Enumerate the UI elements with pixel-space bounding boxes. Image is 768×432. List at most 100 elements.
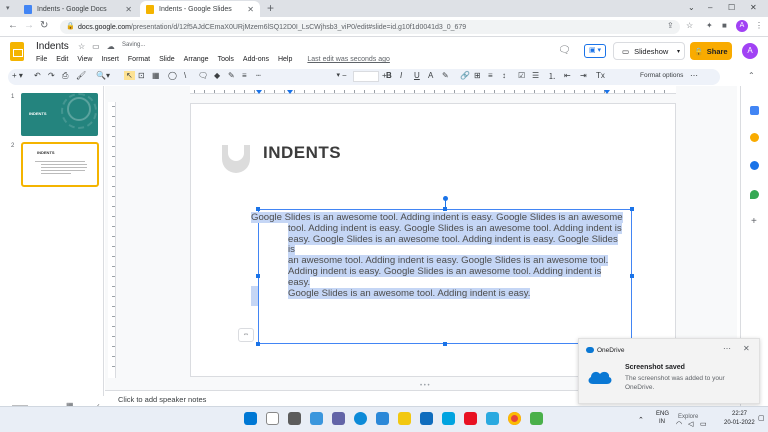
tab-close-icon[interactable]: ✕ (125, 5, 132, 14)
slide-thumbnail-1[interactable]: INDENTS (21, 93, 98, 136)
calendar-icon[interactable] (750, 106, 759, 115)
slideshow-dropdown-icon[interactable]: ▾ (677, 48, 680, 55)
shape-icon[interactable]: ◯ (168, 71, 177, 80)
menu-view[interactable]: View (77, 56, 92, 63)
move-folder-icon[interactable]: ▭ (92, 42, 100, 51)
wifi-icon[interactable]: ◠ (676, 420, 682, 428)
link-icon[interactable]: 🔗 (460, 71, 470, 80)
menu-file[interactable]: File (36, 56, 47, 63)
menu-arrange[interactable]: Arrange (184, 56, 209, 63)
keep-icon[interactable] (750, 133, 759, 142)
line-spacing-icon[interactable]: ↕ (502, 71, 506, 80)
notes-resize-handle[interactable]: • • • (420, 383, 430, 389)
menu-help[interactable]: Help (278, 56, 292, 63)
tab-search-chevron-icon[interactable]: ⌄ (688, 3, 695, 12)
resize-handle[interactable] (443, 342, 447, 346)
rotate-handle[interactable] (443, 196, 448, 201)
slide-thumbnail-2[interactable]: INDENTS (21, 142, 99, 187)
star-icon[interactable]: ☆ (78, 42, 85, 51)
volume-icon[interactable]: ◁ (688, 420, 693, 428)
speaker-notes-placeholder[interactable]: Click to add speaker notes (118, 395, 206, 404)
bulleted-list-icon[interactable]: ☰ (532, 71, 539, 80)
task-view-icon[interactable] (288, 412, 301, 425)
maps-icon[interactable] (750, 190, 759, 199)
image-icon[interactable]: ▦ (152, 71, 160, 80)
forward-arrow-icon[interactable]: → (24, 20, 34, 31)
resize-handle[interactable] (256, 342, 260, 346)
resize-handle[interactable] (256, 207, 260, 211)
language-indicator[interactable]: ENG (656, 411, 669, 417)
start-icon[interactable] (244, 412, 257, 425)
bookmark-star-icon[interactable]: ☆ (686, 21, 693, 30)
menu-addons[interactable]: Add-ons (243, 56, 269, 63)
store-icon[interactable] (420, 412, 433, 425)
last-edit-link[interactable]: Last edit was seconds ago (307, 56, 390, 63)
reload-icon[interactable]: ↻ (40, 20, 48, 31)
app-icon[interactable] (530, 412, 543, 425)
horizontal-ruler[interactable] (190, 86, 676, 94)
line-icon[interactable]: \ (184, 71, 186, 80)
tasks-icon[interactable] (750, 161, 759, 170)
text-color-icon[interactable]: A (428, 71, 433, 80)
zoom-icon[interactable]: 🔍▾ (96, 71, 110, 80)
text-options-icon[interactable]: ⇔ (238, 328, 254, 342)
show-hidden-icons-icon[interactable]: ⌃ (638, 416, 644, 424)
slide-title[interactable]: INDENTS (263, 143, 341, 163)
add-ons-plus-icon[interactable]: + (751, 216, 757, 227)
tab-search-icon[interactable]: ▾ (6, 4, 10, 12)
select-tool-icon[interactable]: ↖ (124, 71, 135, 80)
maximize-button[interactable]: ☐ (728, 3, 735, 12)
undo-icon[interactable]: ↶ (34, 71, 41, 80)
menu-insert[interactable]: Insert (101, 56, 119, 63)
slideshow-button[interactable]: ▭ Slideshow ▾ (613, 42, 685, 60)
url-field[interactable]: 🔒 docs.google.com/presentation/d/12f5AJd… (60, 20, 680, 34)
bold-icon[interactable]: B (386, 71, 392, 80)
slide-body-text[interactable]: Google Slides is an awesome tool. Adding… (251, 212, 625, 299)
collapse-menus-icon[interactable]: ⌃ (748, 71, 755, 80)
insert-comment-icon[interactable]: ⊞ (474, 71, 481, 80)
increase-indent-icon[interactable]: ⇥ (580, 71, 587, 80)
cloud-status-icon[interactable]: ☁ (107, 42, 115, 51)
menu-format[interactable]: Format (128, 56, 150, 63)
battery-icon[interactable]: ▭ (700, 420, 707, 428)
border-dash-icon[interactable]: ┄ (256, 71, 261, 80)
underline-icon[interactable]: U (414, 71, 420, 80)
vertical-ruler[interactable] (108, 102, 116, 378)
border-color-icon[interactable]: ✎ (228, 71, 235, 80)
tab-close-icon[interactable]: ✕ (247, 5, 254, 14)
clear-format-icon[interactable]: Tx (596, 71, 605, 80)
file-explorer-icon[interactable] (398, 412, 411, 425)
redo-icon[interactable]: ↷ (48, 71, 55, 80)
text-box-icon[interactable]: ⊡ (138, 71, 145, 80)
browser-menu-icon[interactable]: ⋮ (755, 21, 763, 30)
widgets-icon[interactable] (310, 412, 323, 425)
font-size-input[interactable] (353, 71, 379, 82)
share-page-icon[interactable]: ⇪ (667, 21, 674, 30)
region-indicator[interactable]: IN (659, 419, 665, 425)
font-size-decrease-icon[interactable]: − (342, 71, 347, 80)
checklist-icon[interactable]: ☑ (518, 71, 525, 80)
tab-google-slides[interactable]: Indents - Google Slides ✕ (140, 1, 260, 17)
resize-handle[interactable] (630, 274, 634, 278)
document-title[interactable]: Indents (36, 41, 69, 52)
pinned-extension-icon[interactable]: ■ (722, 21, 727, 30)
notifications-icon[interactable]: ▢ (758, 414, 765, 422)
menu-slide[interactable]: Slide (159, 56, 175, 63)
app-l-icon[interactable] (442, 412, 455, 425)
paint-format-icon[interactable]: 🖌 (76, 71, 86, 80)
teams-chat-icon[interactable] (332, 412, 345, 425)
numbered-list-icon[interactable]: ⒈ (548, 71, 556, 82)
search-icon[interactable] (266, 412, 279, 425)
mcafee-icon[interactable] (464, 412, 477, 425)
new-tab-button[interactable]: + (267, 1, 274, 15)
close-icon[interactable]: ✕ (743, 344, 750, 353)
more-options-icon[interactable]: ⋯ (723, 344, 731, 353)
border-weight-icon[interactable]: ≡ (242, 71, 247, 80)
account-avatar[interactable]: A (742, 43, 758, 59)
clock-time[interactable]: 22:27 (732, 411, 747, 417)
more-tools-icon[interactable]: ⋯ (690, 71, 698, 80)
format-options-button[interactable]: Format options (640, 72, 683, 79)
italic-icon[interactable]: I (400, 71, 402, 80)
settings-icon[interactable] (376, 412, 389, 425)
browser-profile-avatar[interactable]: A (736, 20, 748, 32)
